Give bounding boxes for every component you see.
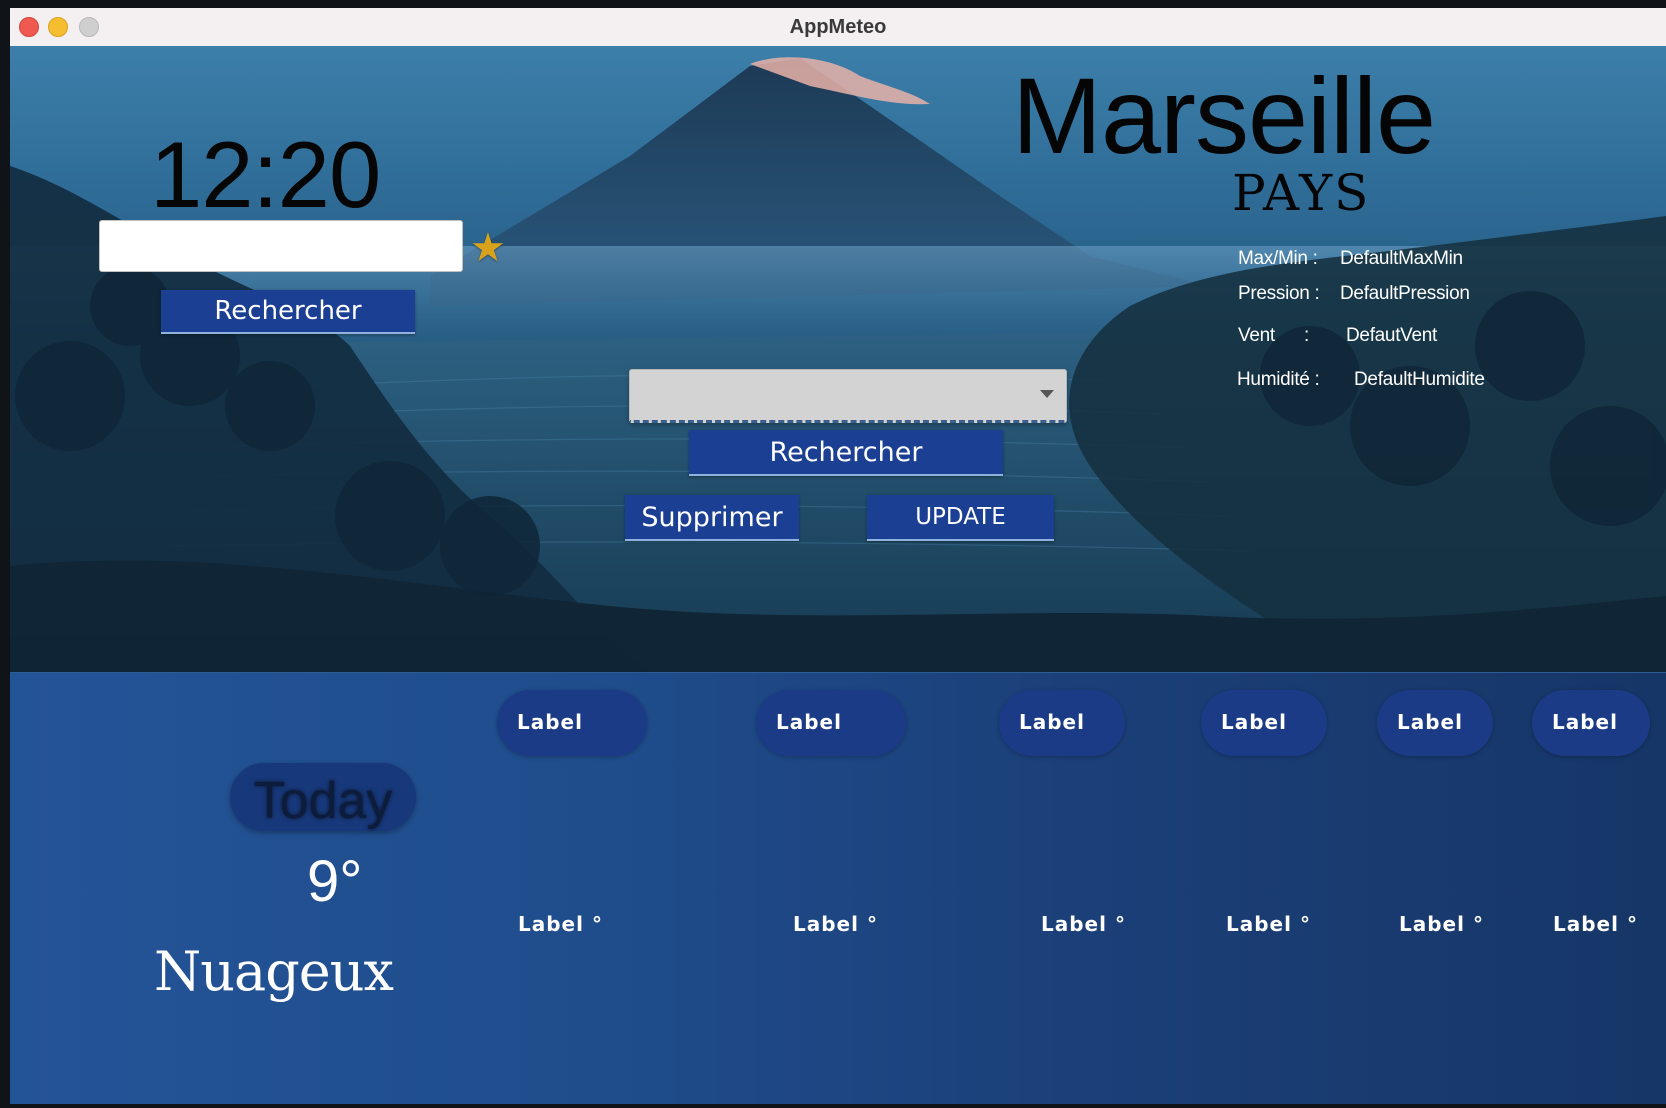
forecast-temp: Label ° — [1553, 912, 1638, 936]
forecast-day-pill: Label — [999, 690, 1125, 756]
search-favorite-button[interactable]: Rechercher — [689, 430, 1003, 476]
vent-separator: : — [1304, 325, 1309, 346]
favorites-dropdown[interactable] — [629, 369, 1067, 423]
today-condition: Nuageux — [154, 940, 394, 1003]
star-icon[interactable]: ★ — [470, 228, 506, 268]
forecast-day-pill: Label — [1377, 690, 1493, 756]
forecast-temp: Label ° — [518, 912, 603, 936]
pression-label: Pression : — [1238, 283, 1320, 304]
today-temperature: 9° — [307, 849, 363, 914]
vent-label: Vent — [1238, 325, 1275, 346]
search-city-button[interactable]: Rechercher — [161, 290, 415, 334]
maxmin-value: DefaultMaxMin — [1340, 248, 1463, 269]
humidite-label: Humidité : — [1237, 369, 1320, 390]
forecast-day-label: Label — [1397, 710, 1463, 734]
forecast-temp: Label ° — [793, 912, 878, 936]
forecast-temp: Label ° — [1041, 912, 1126, 936]
pression-value: DefaultPression — [1340, 283, 1470, 304]
vent-value: DefautVent — [1346, 325, 1438, 346]
forecast-day-label: Label — [776, 710, 842, 734]
forecast-day-pill: Label — [756, 690, 906, 756]
forecast-day-pill: Label — [1201, 690, 1327, 756]
city-search-input[interactable] — [99, 220, 463, 272]
today-label: Today — [253, 772, 393, 830]
country-name: PAYS — [1232, 164, 1371, 222]
forecast-day-pill: Label — [497, 690, 647, 756]
title-bar: AppMeteo — [10, 8, 1666, 47]
forecast-day-pill: Label — [1532, 690, 1650, 756]
window-title: AppMeteo — [789, 16, 887, 38]
humidite-value: DefaultHumidite — [1354, 369, 1485, 390]
forecast-temp: Label ° — [1226, 912, 1311, 936]
clock-time: 12:20 — [150, 122, 381, 227]
forecast-day-label: Label — [1552, 710, 1618, 734]
maxmin-label: Max/Min : — [1238, 248, 1318, 269]
update-button[interactable]: UPDATE — [867, 495, 1054, 541]
forecast-day-label: Label — [1019, 710, 1085, 734]
forecast-temp: Label ° — [1399, 912, 1484, 936]
forecast-day-label: Label — [517, 710, 583, 734]
chevron-down-icon — [1040, 390, 1054, 398]
forecast-day-label: Label — [1221, 710, 1287, 734]
city-name: Marseille — [1012, 55, 1436, 176]
today-badge: Today — [230, 763, 416, 831]
delete-favorite-button[interactable]: Supprimer — [625, 495, 799, 541]
